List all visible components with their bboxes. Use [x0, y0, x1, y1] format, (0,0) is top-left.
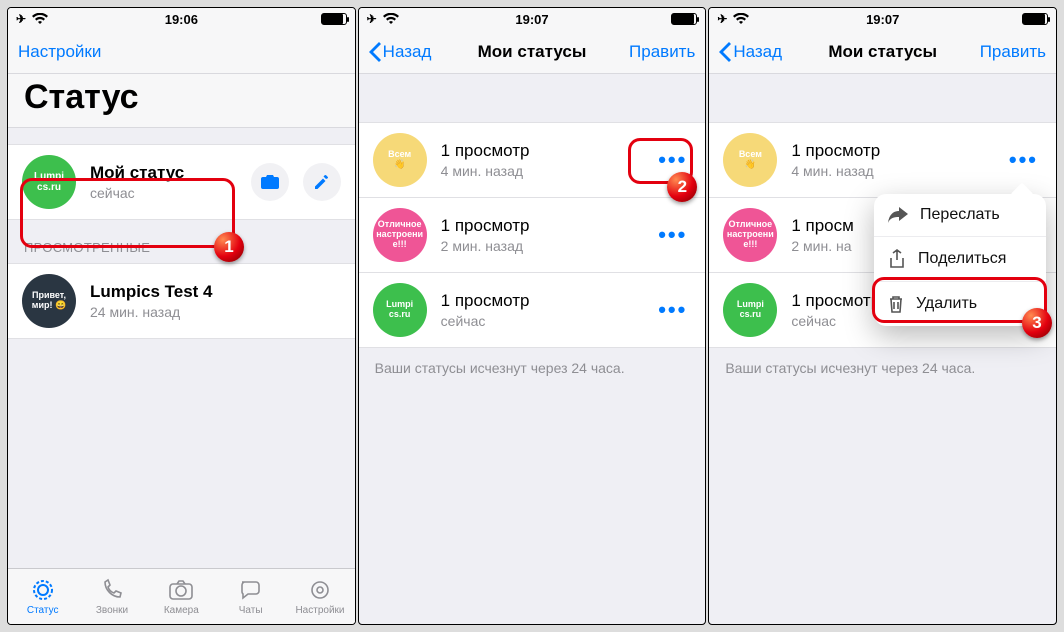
airplane-icon: ✈︎ — [367, 12, 377, 26]
nav-bar: Назад Мои статусы Править — [709, 30, 1056, 74]
status-avatar: Lumpi cs.ru — [373, 283, 427, 337]
status-avatar: Всем 👋 — [723, 133, 777, 187]
row-title: 1 просмотр — [791, 141, 991, 161]
chevron-left-icon — [369, 42, 381, 62]
status-row[interactable]: Lumpi cs.ru 1 просмотр сейчас ••• — [359, 273, 706, 348]
camera-button[interactable] — [251, 163, 289, 201]
callout-1 — [20, 178, 235, 248]
battery-icon — [671, 13, 697, 25]
edit-link[interactable]: Править — [980, 42, 1046, 62]
battery-icon — [1022, 13, 1048, 25]
airplane-icon: ✈︎ — [16, 12, 26, 26]
wifi-icon — [32, 13, 48, 25]
screen-my-statuses: ✈︎ 19:07 Назад Мои статусы Править Всем … — [358, 7, 707, 625]
badge-3: 3 — [1022, 308, 1052, 338]
status-icon — [31, 577, 55, 603]
callout-3 — [872, 277, 1047, 323]
back-button[interactable]: Назад — [719, 42, 782, 62]
nav-bar: Назад Мои статусы Править — [359, 30, 706, 74]
gear-icon — [308, 577, 332, 603]
battery-icon — [321, 13, 347, 25]
share-icon — [888, 249, 906, 269]
row-sub: 2 мин. назад — [441, 238, 641, 254]
screen-context-menu: ✈︎ 19:07 Назад Мои статусы Править Всем … — [708, 7, 1057, 625]
settings-link[interactable]: Настройки — [18, 42, 101, 62]
clock: 19:07 — [866, 12, 899, 27]
tab-settings[interactable]: Настройки — [285, 569, 354, 624]
status-avatar: Отличное настроени е!!! — [373, 208, 427, 262]
row-title: 1 просмотр — [441, 291, 641, 311]
tab-bar: Статус Звонки Камера Чаты Настройки — [8, 568, 355, 624]
chats-icon — [238, 577, 264, 603]
more-button[interactable]: ••• — [1005, 147, 1042, 173]
tab-status[interactable]: Статус — [8, 569, 77, 624]
status-avatar: Всем 👋 — [373, 133, 427, 187]
status-bar: ✈︎ 19:07 — [359, 8, 706, 30]
camera-icon — [168, 577, 194, 603]
edit-button[interactable] — [303, 163, 341, 201]
menu-forward[interactable]: Переслать — [874, 194, 1046, 236]
status-row[interactable]: Отличное настроени е!!! 1 просмотр 2 мин. … — [359, 198, 706, 273]
status-avatar: Отличное настроени е!!! — [723, 208, 777, 262]
badge-1: 1 — [214, 232, 244, 262]
row-title: 1 просмотр — [441, 141, 641, 161]
phone-icon — [100, 577, 124, 603]
footer-note: Ваши статусы исчезнут через 24 часа. — [709, 348, 1056, 388]
row-sub: сейчас — [441, 313, 641, 329]
more-button[interactable]: ••• — [654, 222, 691, 248]
footer-note: Ваши статусы исчезнут через 24 часа. — [359, 348, 706, 388]
screen-status: ✈︎ 19:06 Настройки Статус Lumpi cs.ru Мо… — [7, 7, 356, 625]
airplane-icon: ✈︎ — [717, 12, 727, 26]
back-button[interactable]: Назад — [369, 42, 432, 62]
clock: 19:06 — [165, 12, 198, 27]
wifi-icon — [733, 13, 749, 25]
status-bar: ✈︎ 19:06 — [8, 8, 355, 30]
row-sub: 4 мин. назад — [791, 163, 991, 179]
tab-calls[interactable]: Звонки — [77, 569, 146, 624]
chevron-left-icon — [719, 42, 731, 62]
tab-camera[interactable]: Камера — [147, 569, 216, 624]
status-bar: ✈︎ 19:07 — [709, 8, 1056, 30]
status-avatar: Lumpi cs.ru — [723, 283, 777, 337]
menu-share[interactable]: Поделиться — [874, 236, 1046, 281]
viewed-cell[interactable]: Привет, мир! 😄 Lumpics Test 4 24 мин. на… — [8, 263, 355, 339]
viewed-sub: 24 мин. назад — [90, 304, 341, 320]
row-sub: 4 мин. назад — [441, 163, 641, 179]
tab-chats[interactable]: Чаты — [216, 569, 285, 624]
wifi-icon — [383, 13, 399, 25]
status-row[interactable]: Всем 👋 1 просмотр 4 мин. назад ••• — [709, 122, 1056, 198]
row-title: 1 просмотр — [441, 216, 641, 236]
edit-link[interactable]: Править — [629, 42, 695, 62]
page-title: Статус — [8, 74, 355, 128]
forward-icon — [888, 207, 908, 223]
clock: 19:07 — [515, 12, 548, 27]
nav-bar: Настройки — [8, 30, 355, 74]
more-button[interactable]: ••• — [654, 297, 691, 323]
viewed-title: Lumpics Test 4 — [90, 282, 341, 302]
viewed-avatar: Привет, мир! 😄 — [22, 274, 76, 328]
